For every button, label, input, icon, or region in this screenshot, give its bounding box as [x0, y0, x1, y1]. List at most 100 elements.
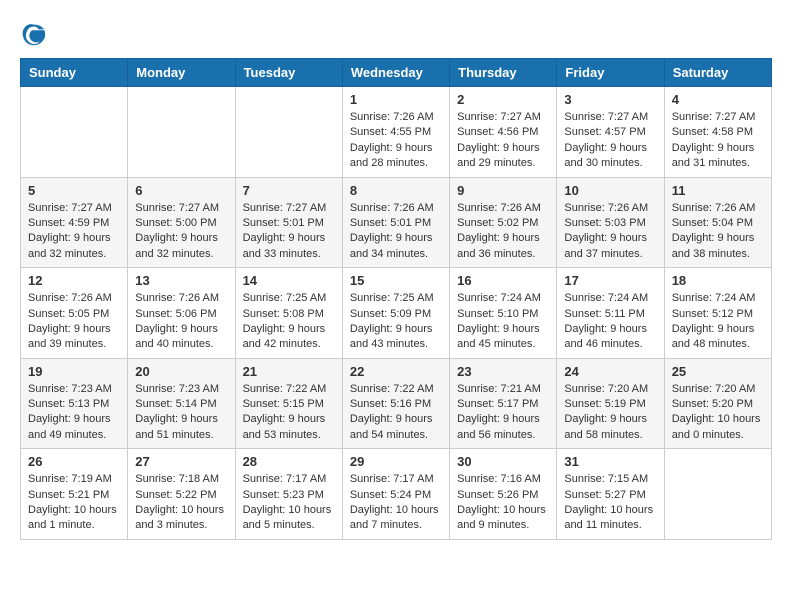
day-number: 2: [457, 92, 549, 107]
day-number: 20: [135, 364, 227, 379]
day-number: 14: [243, 273, 335, 288]
day-info: Sunrise: 7:16 AMSunset: 5:26 PMDaylight:…: [457, 472, 549, 534]
day-cell: 22 Sunrise: 7:22 AMSunset: 5:16 PMDayligh…: [342, 358, 449, 449]
day-cell: 20 Sunrise: 7:23 AMSunset: 5:14 PMDayligh…: [128, 358, 235, 449]
day-cell: 1 Sunrise: 7:26 AMSunset: 4:55 PMDaylight…: [342, 87, 449, 178]
day-cell: 31 Sunrise: 7:15 AMSunset: 5:27 PMDayligh…: [557, 449, 664, 540]
day-cell: 5 Sunrise: 7:27 AMSunset: 4:59 PMDaylight…: [21, 177, 128, 268]
day-cell: 24Sunrise: 7:20 AMSunset: 5:19 PMDayligh…: [557, 358, 664, 449]
day-number: 23: [457, 364, 549, 379]
day-info: Sunrise: 7:23 AMSunset: 5:14 PMDaylight:…: [135, 382, 227, 444]
day-number: 9: [457, 183, 549, 198]
day-info: Sunrise: 7:24 AMSunset: 5:10 PMDaylight:…: [457, 291, 549, 353]
day-info: Sunrise: 7:27 AMSunset: 4:59 PMDaylight:…: [28, 201, 120, 263]
day-cell: 9 Sunrise: 7:26 AMSunset: 5:02 PMDaylight…: [450, 177, 557, 268]
day-number: 29: [350, 454, 442, 469]
day-info: Sunrise: 7:21 AMSunset: 5:17 PMDaylight:…: [457, 382, 549, 444]
day-cell: 17 Sunrise: 7:24 AMSunset: 5:11 PMDayligh…: [557, 268, 664, 359]
day-info: Sunrise: 7:26 AMSunset: 5:01 PMDaylight:…: [350, 201, 442, 263]
logo-icon: [20, 20, 48, 48]
day-info: Sunrise: 7:17 AMSunset: 5:24 PMDaylight:…: [350, 472, 442, 534]
day-info: Sunrise: 7:22 AMSunset: 5:16 PMDaylight:…: [350, 382, 442, 444]
day-cell: 8 Sunrise: 7:26 AMSunset: 5:01 PMDaylight…: [342, 177, 449, 268]
day-cell: 30 Sunrise: 7:16 AMSunset: 5:26 PMDayligh…: [450, 449, 557, 540]
day-info: Sunrise: 7:22 AMSunset: 5:15 PMDaylight:…: [243, 382, 335, 444]
day-number: 22: [350, 364, 442, 379]
day-number: 15: [350, 273, 442, 288]
day-cell: 15Sunrise: 7:25 AMSunset: 5:09 PMDayligh…: [342, 268, 449, 359]
day-number: 21: [243, 364, 335, 379]
day-number: 13: [135, 273, 227, 288]
day-info: Sunrise: 7:18 AMSunset: 5:22 PMDaylight:…: [135, 472, 227, 534]
day-number: 1: [350, 92, 442, 107]
calendar-table: SundayMondayTuesdayWednesdayThursdayFrid…: [20, 58, 772, 540]
day-cell: 4 Sunrise: 7:27 AMSunset: 4:58 PMDaylight…: [664, 87, 771, 178]
weekday-header: Friday: [557, 59, 664, 87]
weekday-header: Tuesday: [235, 59, 342, 87]
day-cell: 25 Sunrise: 7:20 AMSunset: 5:20 PMDayligh…: [664, 358, 771, 449]
day-cell: [235, 87, 342, 178]
day-cell: 26 Sunrise: 7:19 AMSunset: 5:21 PMDayligh…: [21, 449, 128, 540]
day-info: Sunrise: 7:20 AMSunset: 5:20 PMDaylight:…: [672, 382, 764, 444]
day-cell: 29 Sunrise: 7:17 AMSunset: 5:24 PMDayligh…: [342, 449, 449, 540]
day-info: Sunrise: 7:15 AMSunset: 5:27 PMDaylight:…: [564, 472, 656, 534]
day-cell: 11 Sunrise: 7:26 AMSunset: 5:04 PMDayligh…: [664, 177, 771, 268]
weekday-header: Thursday: [450, 59, 557, 87]
day-cell: [21, 87, 128, 178]
day-info: Sunrise: 7:26 AMSunset: 5:04 PMDaylight:…: [672, 201, 764, 263]
day-cell: 14Sunrise: 7:25 AMSunset: 5:08 PMDayligh…: [235, 268, 342, 359]
day-info: Sunrise: 7:27 AMSunset: 5:00 PMDaylight:…: [135, 201, 227, 263]
weekday-header: Sunday: [21, 59, 128, 87]
week-row: 26 Sunrise: 7:19 AMSunset: 5:21 PMDayligh…: [21, 449, 772, 540]
day-info: Sunrise: 7:26 AMSunset: 5:03 PMDaylight:…: [564, 201, 656, 263]
day-number: 26: [28, 454, 120, 469]
logo: [20, 20, 52, 48]
day-info: Sunrise: 7:26 AMSunset: 4:55 PMDaylight:…: [350, 110, 442, 172]
day-cell: 28 Sunrise: 7:17 AMSunset: 5:23 PMDayligh…: [235, 449, 342, 540]
day-cell: 6Sunrise: 7:27 AMSunset: 5:00 PMDaylight…: [128, 177, 235, 268]
day-number: 19: [28, 364, 120, 379]
day-number: 17: [564, 273, 656, 288]
day-info: Sunrise: 7:19 AMSunset: 5:21 PMDaylight:…: [28, 472, 120, 534]
day-cell: 10 Sunrise: 7:26 AMSunset: 5:03 PMDayligh…: [557, 177, 664, 268]
day-cell: 21 Sunrise: 7:22 AMSunset: 5:15 PMDayligh…: [235, 358, 342, 449]
day-info: Sunrise: 7:17 AMSunset: 5:23 PMDaylight:…: [243, 472, 335, 534]
day-cell: 16Sunrise: 7:24 AMSunset: 5:10 PMDayligh…: [450, 268, 557, 359]
weekday-header: Monday: [128, 59, 235, 87]
week-row: 19 Sunrise: 7:23 AMSunset: 5:13 PMDayligh…: [21, 358, 772, 449]
day-number: 25: [672, 364, 764, 379]
day-number: 3: [564, 92, 656, 107]
day-number: 24: [564, 364, 656, 379]
day-number: 18: [672, 273, 764, 288]
day-info: Sunrise: 7:26 AMSunset: 5:05 PMDaylight:…: [28, 291, 120, 353]
day-info: Sunrise: 7:26 AMSunset: 5:02 PMDaylight:…: [457, 201, 549, 263]
day-cell: 27 Sunrise: 7:18 AMSunset: 5:22 PMDayligh…: [128, 449, 235, 540]
day-number: 27: [135, 454, 227, 469]
weekday-header: Wednesday: [342, 59, 449, 87]
weekday-header-row: SundayMondayTuesdayWednesdayThursdayFrid…: [21, 59, 772, 87]
day-number: 7: [243, 183, 335, 198]
day-cell: 23 Sunrise: 7:21 AMSunset: 5:17 PMDayligh…: [450, 358, 557, 449]
day-info: Sunrise: 7:27 AMSunset: 5:01 PMDaylight:…: [243, 201, 335, 263]
day-cell: 7 Sunrise: 7:27 AMSunset: 5:01 PMDaylight…: [235, 177, 342, 268]
day-number: 30: [457, 454, 549, 469]
day-number: 11: [672, 183, 764, 198]
day-number: 31: [564, 454, 656, 469]
week-row: 5 Sunrise: 7:27 AMSunset: 4:59 PMDaylight…: [21, 177, 772, 268]
day-number: 5: [28, 183, 120, 198]
day-info: Sunrise: 7:23 AMSunset: 5:13 PMDaylight:…: [28, 382, 120, 444]
day-info: Sunrise: 7:24 AMSunset: 5:11 PMDaylight:…: [564, 291, 656, 353]
day-cell: 18Sunrise: 7:24 AMSunset: 5:12 PMDayligh…: [664, 268, 771, 359]
day-cell: 19 Sunrise: 7:23 AMSunset: 5:13 PMDayligh…: [21, 358, 128, 449]
day-cell: 3Sunrise: 7:27 AMSunset: 4:57 PMDaylight…: [557, 87, 664, 178]
day-number: 10: [564, 183, 656, 198]
day-number: 8: [350, 183, 442, 198]
day-number: 4: [672, 92, 764, 107]
day-info: Sunrise: 7:27 AMSunset: 4:58 PMDaylight:…: [672, 110, 764, 172]
day-cell: 12 Sunrise: 7:26 AMSunset: 5:05 PMDayligh…: [21, 268, 128, 359]
day-info: Sunrise: 7:26 AMSunset: 5:06 PMDaylight:…: [135, 291, 227, 353]
page-header: [20, 20, 772, 48]
day-number: 28: [243, 454, 335, 469]
day-cell: 2Sunrise: 7:27 AMSunset: 4:56 PMDaylight…: [450, 87, 557, 178]
day-number: 12: [28, 273, 120, 288]
